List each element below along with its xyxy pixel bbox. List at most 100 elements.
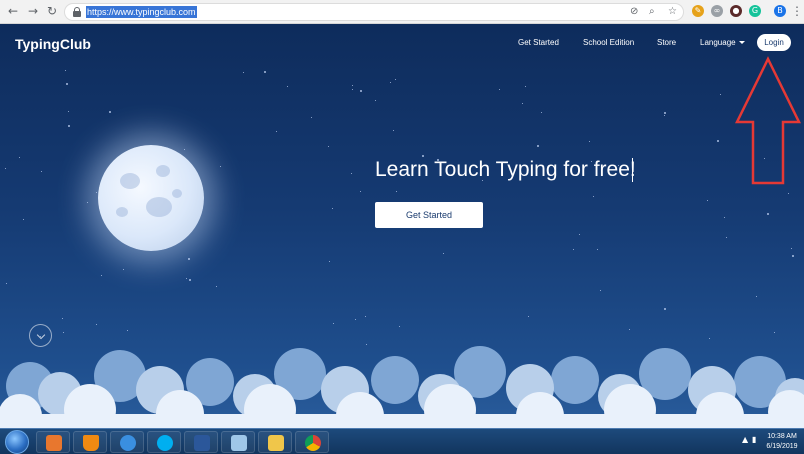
login-button[interactable]: Login [757, 34, 791, 51]
star-dot [709, 338, 710, 339]
hero-headline: Learn Touch Typing for free! [375, 158, 636, 181]
star-dot [589, 141, 590, 142]
skype-icon[interactable] [147, 431, 181, 453]
moon-illustration [98, 145, 204, 251]
blocked-content-icon[interactable]: ⊘ [630, 6, 638, 18]
clock-date: 6/19/2019 [766, 443, 798, 450]
hero-get-started-button[interactable]: Get Started [375, 202, 483, 228]
star-dot [664, 115, 665, 116]
star-dot [220, 166, 221, 167]
star-dot [332, 208, 333, 209]
star-dot [717, 140, 719, 142]
notepad-icon[interactable] [221, 431, 255, 453]
star-dot [443, 253, 444, 254]
pencil-extension-icon[interactable]: ✎ [692, 5, 704, 17]
star-dot [396, 191, 397, 192]
bookmark-star-icon[interactable]: ☆ [668, 6, 677, 18]
star-dot [593, 196, 594, 197]
star-dot [528, 316, 529, 317]
windows-taskbar: ▲ ▮ 10:38 AM 6/19/2019 [0, 428, 804, 454]
star-dot [720, 94, 721, 95]
dark-extension-icon[interactable]: ● [730, 5, 742, 17]
word-icon[interactable] [184, 431, 218, 453]
star-dot [23, 219, 24, 220]
star-dot [96, 192, 97, 193]
star-dot [792, 255, 794, 257]
back-button-icon[interactable]: ← [6, 4, 20, 18]
star-dot [189, 279, 191, 281]
star-dot [537, 145, 539, 147]
star-dot [41, 171, 42, 172]
star-dot [96, 324, 97, 325]
star-dot [788, 193, 789, 194]
star-dot [87, 202, 88, 203]
star-dot [664, 308, 666, 310]
star-dot [62, 318, 63, 319]
star-dot [393, 130, 394, 131]
star-dot [351, 173, 352, 174]
nav-language[interactable]: Language [700, 38, 745, 47]
star-dot [328, 146, 329, 147]
profile-avatar[interactable]: B [774, 5, 786, 17]
star-dot [287, 86, 288, 87]
star-dot [541, 112, 542, 113]
brand-logo[interactable]: TypingClub [15, 36, 91, 52]
star-dot [724, 217, 725, 218]
star-dot [707, 200, 708, 201]
system-clock[interactable]: 10:38 AM 6/19/2019 [764, 432, 800, 452]
reload-button-icon[interactable]: ↻ [45, 4, 59, 18]
star-dot [184, 149, 185, 150]
grammarly-extension-icon[interactable]: G [749, 5, 761, 17]
browser-toolbar: ← → ↻ https://www.typingclub.com ⊘ ⌕ ☆ ✎… [0, 0, 804, 24]
url-text[interactable]: https://www.typingclub.com [86, 6, 197, 18]
star-dot [188, 258, 190, 260]
menu-kebab-icon[interactable]: ⋮ [790, 4, 804, 18]
red-arrow-annotation [734, 56, 802, 185]
star-dot [360, 90, 362, 92]
star-dot [19, 157, 20, 158]
media-player-icon[interactable] [36, 431, 70, 453]
star-dot [525, 86, 526, 87]
star-dot [109, 111, 111, 113]
star-dot [600, 290, 601, 291]
nav-store[interactable]: Store [657, 38, 676, 47]
star-dot [216, 286, 217, 287]
network-signal-icon[interactable]: ▮ [752, 435, 756, 444]
star-dot [774, 332, 775, 333]
tray-expand-icon[interactable]: ▲ [742, 435, 748, 444]
star-dot [66, 83, 68, 85]
vlc-icon[interactable] [73, 431, 107, 453]
star-dot [756, 296, 757, 297]
forward-button-icon[interactable]: → [26, 4, 40, 18]
star-dot [65, 70, 66, 71]
star-dot [68, 111, 69, 112]
star-dot [264, 71, 266, 73]
nav-language-label: Language [700, 38, 736, 47]
star-dot [5, 168, 6, 169]
star-dot [63, 332, 64, 333]
nav-school-edition[interactable]: School Edition [583, 38, 634, 47]
chrome-icon[interactable] [295, 431, 329, 453]
caret-down-icon [738, 41, 745, 45]
star-dot [395, 79, 396, 80]
star-dot [127, 330, 128, 331]
nav-get-started[interactable]: Get Started [518, 38, 559, 47]
star-dot [767, 213, 769, 215]
clock-time: 10:38 AM [767, 433, 797, 440]
star-dot [68, 125, 70, 127]
address-bar[interactable]: https://www.typingclub.com ⊘ ⌕ ☆ [64, 3, 684, 21]
star-dot [499, 89, 500, 90]
typingclub-page: TypingClub Get Started School Edition St… [0, 24, 804, 428]
star-dot [573, 249, 574, 250]
internet-explorer-icon[interactable] [110, 431, 144, 453]
lock-icon [73, 7, 81, 17]
link-extension-icon[interactable]: ∞ [711, 5, 723, 17]
zoom-icon[interactable]: ⌕ [649, 6, 655, 18]
clouds-illustration [0, 346, 804, 428]
star-dot [422, 155, 424, 157]
file-explorer-icon[interactable] [258, 431, 292, 453]
start-button-windows-icon[interactable] [5, 430, 29, 454]
star-dot [311, 117, 312, 118]
text-cursor [632, 158, 633, 182]
star-dot [101, 275, 102, 276]
